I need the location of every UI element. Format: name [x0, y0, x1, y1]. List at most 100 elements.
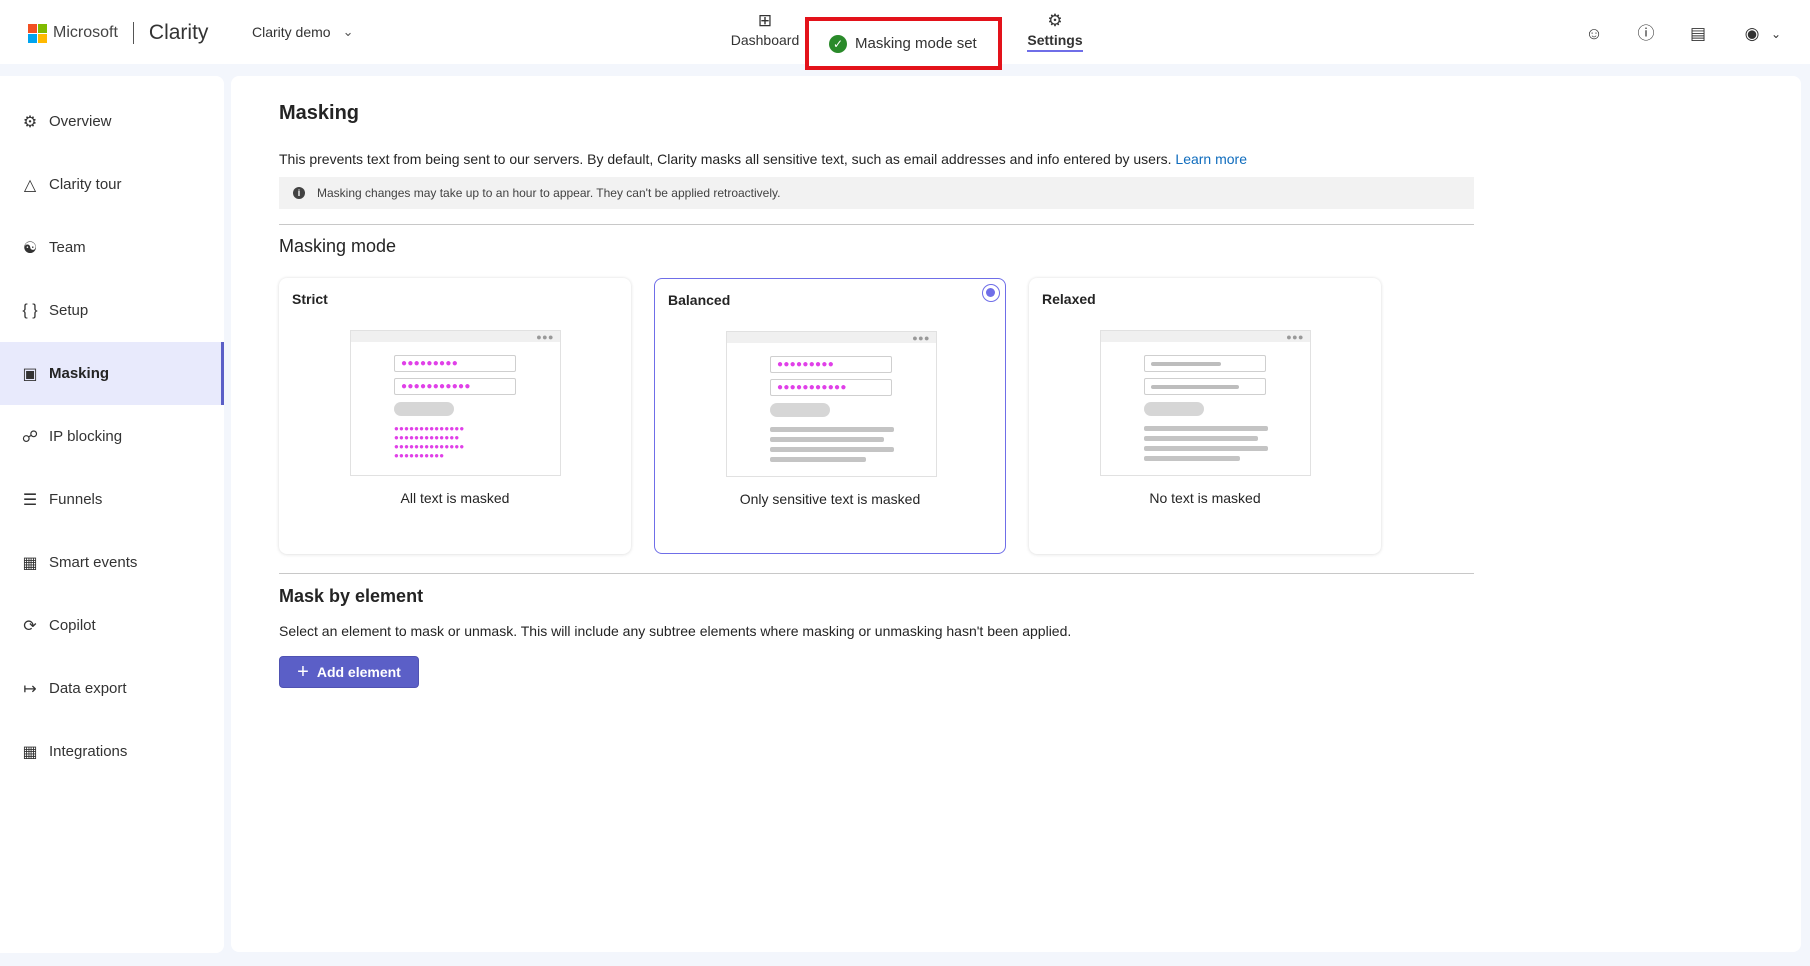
sidebar-item-copilot[interactable]: ⟳ Copilot [0, 594, 224, 657]
project-selector[interactable]: Clarity demo ⌄ [252, 24, 354, 40]
sidebar-item-ip-blocking[interactable]: ☍ IP blocking [0, 405, 224, 468]
learn-more-link[interactable]: Learn more [1175, 151, 1247, 167]
sidebar-item-label: Clarity tour [49, 176, 122, 193]
relaxed-preview-image: ●●● [1100, 330, 1311, 476]
nav-dashboard[interactable]: ⊞ Dashboard [728, 10, 802, 48]
preview-titlebar: ●●● [727, 332, 936, 343]
add-element-button[interactable]: + Add element [279, 656, 419, 688]
sidebar-item-label: Funnels [49, 491, 103, 508]
share-user-icon[interactable]: ☺ [1582, 22, 1606, 46]
masked-text-block: ●●●●●●●●●●●●●● ●●●●●●●●●●●●● ●●●●●●●●●●●●●… [394, 424, 465, 460]
description-text: This prevents text from being sent to ou… [279, 151, 1172, 167]
team-icon: ☯ [22, 239, 38, 257]
masked-text: ●●●●●●●●●●● [401, 381, 471, 392]
mask-by-element-title: Mask by element [279, 586, 424, 606]
export-icon: ↦ [23, 680, 37, 698]
sidebar-item-label: Setup [49, 302, 89, 319]
mask-by-element-description: Select an element to mask or unmask. Thi… [279, 623, 1072, 639]
section-divider [279, 224, 1474, 225]
gear-icon: ⚙ [1047, 11, 1063, 30]
sidebar-item-label: Overview [49, 113, 112, 130]
text-line [1144, 446, 1268, 451]
sidebar-item-masking[interactable]: ▣ Masking [0, 342, 224, 405]
help-icon[interactable]: ⓘ [1634, 22, 1658, 46]
check-circle-icon: ✓ [829, 34, 847, 53]
page-title: Masking [279, 102, 360, 124]
preview-field [1144, 355, 1266, 372]
preview-field: ●●●●●●●●●●● [394, 378, 516, 395]
preview-button [394, 402, 454, 416]
chevron-down-icon: ⌄ [342, 24, 354, 39]
main-panel: Masking This prevents text from being se… [231, 76, 1801, 952]
text-line [1144, 456, 1240, 461]
toast-notification: ✓ Masking mode set [805, 17, 1002, 70]
braces-icon: { } [22, 301, 38, 319]
sidebar-item-label: Copilot [49, 617, 96, 634]
mode-card-balanced[interactable]: Balanced ●●● ●●●●●●●●● ●●●●●●●●●●● Only … [654, 278, 1006, 554]
preview-field [1144, 378, 1266, 395]
sidebar-item-funnels[interactable]: ☰ Funnels [0, 468, 224, 531]
preview-titlebar: ●●● [351, 331, 560, 342]
mode-card-title: Relaxed [1042, 291, 1096, 307]
plus-icon: + [297, 661, 309, 683]
mode-card-caption: No text is masked [1149, 490, 1261, 506]
strict-preview-image: ●●● ●●●●●●●●● ●●●●●●●●●●● ●●●●●●●●●●●●●●… [350, 330, 561, 476]
tour-icon: △ [23, 176, 37, 194]
sidebar-item-integrations[interactable]: ▦ Integrations [0, 720, 224, 783]
sidebar-item-setup[interactable]: { } Setup [0, 279, 224, 342]
sidebar-item-overview[interactable]: ⚙ Overview [0, 90, 224, 153]
smart-events-icon: ▦ [22, 554, 38, 572]
balanced-preview-image: ●●● ●●●●●●●●● ●●●●●●●●●●● [726, 331, 937, 477]
sidebar-item-label: Smart events [49, 554, 138, 571]
add-element-label: Add element [316, 664, 401, 680]
mode-card-strict[interactable]: Strict ●●● ●●●●●●●●● ●●●●●●●●●●● ●●●●●●●… [279, 278, 631, 554]
preview-button [1144, 402, 1204, 416]
masked-text: ●●●●●●●●● [401, 358, 459, 369]
more-dots-icon: ●●● [536, 332, 554, 342]
selected-radio[interactable] [982, 284, 1000, 302]
dashboard-icon: ⊞ [757, 11, 773, 30]
account-icon[interactable]: ◉ [1740, 22, 1764, 46]
sidebar-item-clarity-tour[interactable]: △ Clarity tour [0, 153, 224, 216]
document-icon[interactable]: ▤ [1686, 22, 1710, 46]
sidebar-item-data-export[interactable]: ↦ Data export [0, 657, 224, 720]
sidebar-item-label: Data export [49, 680, 127, 697]
mode-card-caption: Only sensitive text is masked [739, 491, 921, 507]
section-divider [279, 573, 1474, 574]
preview-button [770, 403, 830, 417]
info-icon: i [293, 187, 305, 199]
project-name: Clarity demo [252, 24, 331, 40]
masked-text: ●●●●●●●●●●● [777, 382, 847, 393]
globe-block-icon: ☍ [21, 428, 39, 446]
mode-card-caption: All text is masked [400, 490, 510, 506]
product-name: Clarity [148, 21, 209, 44]
masking-icon: ▣ [22, 365, 38, 383]
page-description: This prevents text from being sent to ou… [279, 151, 1247, 167]
mode-card-title: Balanced [668, 292, 731, 308]
sidebar: ⚙ Overview △ Clarity tour ☯ Team { } Set… [0, 76, 224, 953]
integrations-icon: ▦ [22, 743, 38, 761]
more-dots-icon: ●●● [1286, 332, 1304, 342]
mode-card-title: Strict [292, 291, 328, 307]
sidebar-item-smart-events[interactable]: ▦ Smart events [0, 531, 224, 594]
text-line [1151, 362, 1221, 366]
brand-divider [132, 22, 134, 44]
sidebar-item-team[interactable]: ☯ Team [0, 216, 224, 279]
copilot-icon: ⟳ [23, 617, 37, 635]
gear-icon: ⚙ [22, 113, 38, 131]
brand[interactable]: Microsoft Clarity [28, 21, 209, 44]
nav-dashboard-label: Dashboard [730, 32, 800, 48]
chevron-down-icon[interactable]: ⌄ [1764, 22, 1788, 46]
masked-text: ●●●●●●●●● [777, 359, 835, 370]
text-line [770, 437, 884, 442]
text-line [1144, 436, 1258, 441]
preview-titlebar: ●●● [1101, 331, 1310, 342]
nav-settings[interactable]: ⚙ Settings [1022, 10, 1088, 52]
text-line [770, 457, 866, 462]
preview-field: ●●●●●●●●●●● [770, 379, 892, 396]
text-line [770, 447, 894, 452]
sidebar-item-label: Team [49, 239, 86, 256]
sidebar-item-label: Integrations [49, 743, 128, 760]
mode-card-relaxed[interactable]: Relaxed ●●● No text is masked [1029, 278, 1381, 554]
preview-field: ●●●●●●●●● [394, 355, 516, 372]
